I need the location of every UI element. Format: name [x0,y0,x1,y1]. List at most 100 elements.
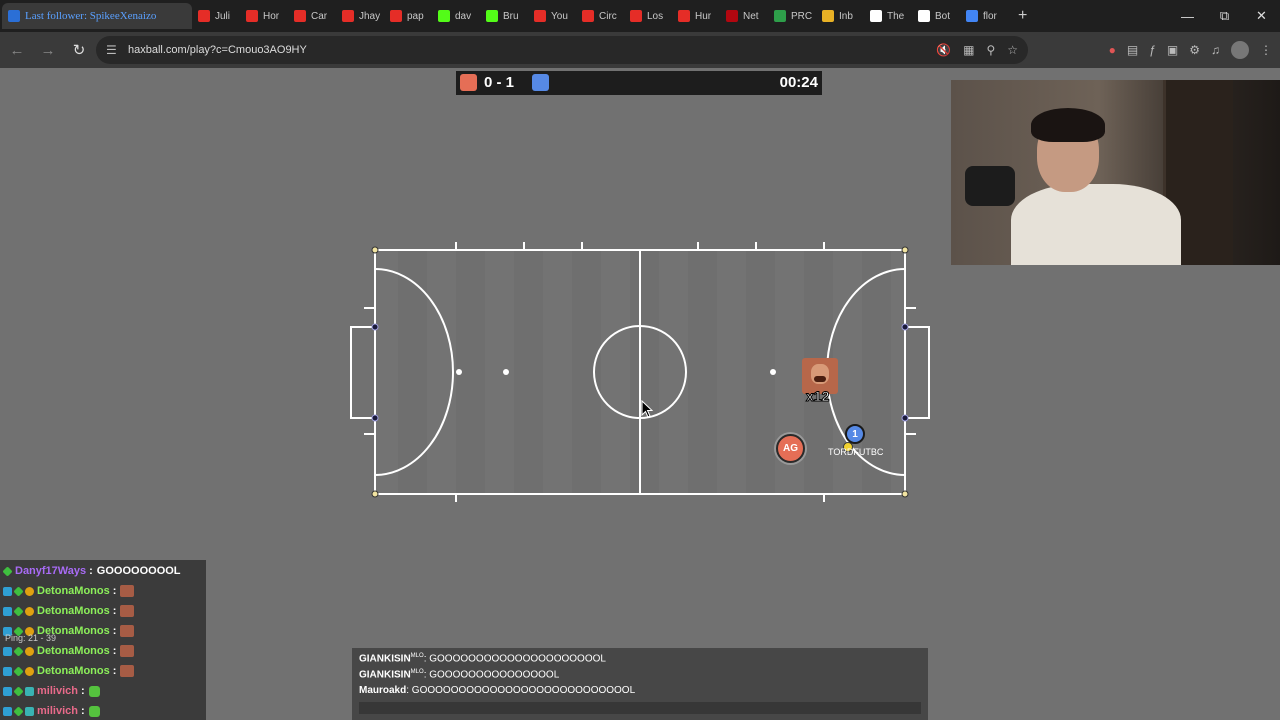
streamer-body [1011,184,1181,265]
chat-badges [3,585,34,597]
chat-username[interactable]: DetonaMonos [37,665,110,677]
browser-tab[interactable]: Los [624,3,672,29]
chat-username[interactable]: DetonaMonos [37,645,110,657]
sq2-badge-icon [25,686,34,696]
restore-icon[interactable]: ⧉ [1206,0,1243,32]
menu-icon[interactable]: ⋮ [1260,43,1272,57]
game-chat-tag: MLO [410,669,424,675]
browser-tab[interactable]: Bru [480,3,528,29]
browser-tab[interactable]: Circ [576,3,624,29]
tab-label: Hor [263,10,280,22]
chat-message: DetonaMonos: [0,601,206,621]
blue-team-icon [532,74,549,91]
mute-icon[interactable]: 🔇 [936,43,951,57]
chat-username[interactable]: DetonaMonos [37,585,110,597]
browser-tab[interactable]: pap [384,3,432,29]
browser-tab[interactable]: Juli [192,3,240,29]
futsal-field[interactable] [340,236,940,506]
new-tab-button[interactable]: + [1018,7,1027,25]
browser-tab[interactable]: Bot [912,3,960,29]
tab-label: Inb [839,10,853,22]
media-icon[interactable]: ♫ [1211,43,1220,57]
address-bar[interactable]: ☰ haxball.com/play?c=Cmouo3AO9HY 🔇 ▦ ⚲ ☆ [96,36,1028,64]
star-badge-icon [13,665,24,677]
mouse-cursor-icon [641,400,653,418]
chat-separator: : [112,645,117,657]
tab-label: dav [455,10,472,22]
browser-tab[interactable]: You [528,3,576,29]
tab-favicon-icon [870,10,882,22]
chat-text: GOOOOOOOOL [96,565,181,577]
tab-label: flor [983,10,997,22]
chat-input[interactable] [359,702,921,714]
tab-label: You [551,10,568,22]
tab-favicon-icon [774,10,786,22]
url-text[interactable]: haxball.com/play?c=Cmouo3AO9HY [128,44,307,56]
chat-badges [3,665,34,677]
game-chat-text: GOOOOOOOOOOOOOOOOOOOOOL [429,653,606,665]
browser-tab[interactable]: Jhay [336,3,384,29]
tab-label: Net [743,10,759,22]
back-icon[interactable]: ← [3,36,31,64]
extension-icon[interactable]: ƒ [1149,43,1156,57]
chat-badges [3,605,34,617]
tab-favicon-icon [294,10,306,22]
bookmark-star-icon[interactable]: ☆ [1007,43,1018,57]
tab-label: pap [407,10,424,22]
tab-favicon-icon [390,10,402,22]
chat-username[interactable]: DetonaMonos [37,605,110,617]
tab-favicon-icon [534,10,546,22]
cube-badge-icon [3,706,12,716]
chat-separator: : [112,625,117,637]
chat-separator: : [112,665,117,677]
browser-tab[interactable]: Hur [672,3,720,29]
game-chat-line: GIANKISINMLO: GOOOOOOOOOOOOOOOOOOOOOL [359,653,606,664]
tab-strip: Last follower: SpikeeXenaizo Juli Hor Car Jh… [2,3,1008,29]
window-controls: — ⧉ ✕ [1169,0,1280,32]
game-chat-username: GIANKISIN [359,653,411,665]
chat-message: DetonaMonos: [0,581,206,601]
browser-tab[interactable]: flor [960,3,1008,29]
browser-tab[interactable]: Car [288,3,336,29]
screen: Last follower: SpikeeXenaizo Juli Hor Car Jh… [0,0,1280,720]
coin-badge-icon [25,586,34,596]
browser-tab[interactable]: Last follower: SpikeeXenaizo [2,3,192,29]
tab-favicon-icon [438,10,450,22]
ping-text: Ping: 21 - 39 [5,633,57,643]
game-chat-line: Mauroakd: GOOOOOOOOOOOOOOOOOOOOOOOOOOOL [359,685,635,696]
tab-label: Hur [695,10,712,22]
browser-tab[interactable]: Inb [816,3,864,29]
browser-tab[interactable]: Hor [240,3,288,29]
tab-label: PRC [791,10,813,22]
chat-username[interactable]: milivich [37,705,78,717]
chat-emote-icon [88,685,100,697]
profile-avatar[interactable] [1231,41,1249,59]
browser-tab[interactable]: The [864,3,912,29]
game-chat-tag: MLO [410,653,424,659]
browser-tab[interactable]: Net [720,3,768,29]
site-info-icon[interactable]: ☰ [106,43,122,57]
chat-message: DetonaMonos: [0,641,206,661]
tab-label: Bru [503,10,519,22]
extensions-puzzle-icon[interactable]: ⚙ [1189,43,1200,57]
chat-emote-icon [120,665,135,677]
chat-username[interactable]: milivich [37,685,78,697]
translate-icon[interactable]: ▦ [963,43,974,57]
chat-emote-icon [120,625,135,637]
browser-tab[interactable]: dav [432,3,480,29]
zoom-icon[interactable]: ⚲ [986,43,995,57]
extension-icon[interactable]: ▣ [1167,43,1178,57]
minimize-icon[interactable]: — [1169,0,1206,32]
close-icon[interactable]: ✕ [1243,0,1280,32]
browser-tab[interactable]: PRC [768,3,816,29]
webcam-overlay [951,80,1280,265]
game-chat-text: GOOOOOOOOOOOOOOOOOOOOOOOOOOOL [411,685,636,696]
extension-icon[interactable]: ▤ [1127,43,1138,57]
extension-icon[interactable]: ● [1109,43,1116,57]
reload-icon[interactable]: ↻ [65,36,93,64]
forward-icon[interactable]: → [34,36,62,64]
game-chat: Mauroakd: GOOOOOOOOOOOOOOOOOOOOOOOOOOOL G… [352,648,928,720]
chat-badges [3,685,34,697]
chat-username[interactable]: Danyf17Ways [15,565,86,577]
star-badge-icon [13,645,24,657]
